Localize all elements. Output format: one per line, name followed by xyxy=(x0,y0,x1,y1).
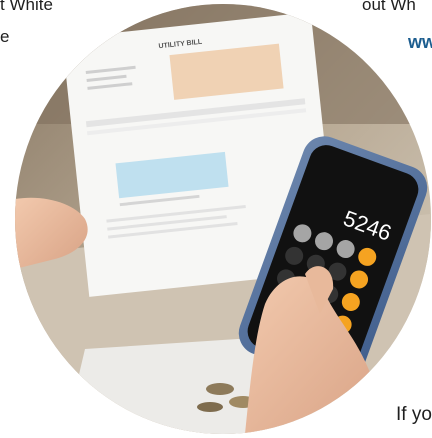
circular-photo: UTILITY BILL 5246 xyxy=(15,4,431,434)
coin xyxy=(197,402,223,412)
coin xyxy=(206,383,234,395)
text-fragment-top-left-1: t White xyxy=(0,0,53,14)
text-fragment-top-right-1: out Wh xyxy=(362,0,416,14)
text-fragment-bottom-right: If yo xyxy=(396,404,432,425)
text-fragment-top-left-2: e xyxy=(0,27,10,46)
text-fragment-top-right-link: ww xyxy=(408,32,432,52)
photo-illustration: UTILITY BILL 5246 xyxy=(15,4,431,434)
